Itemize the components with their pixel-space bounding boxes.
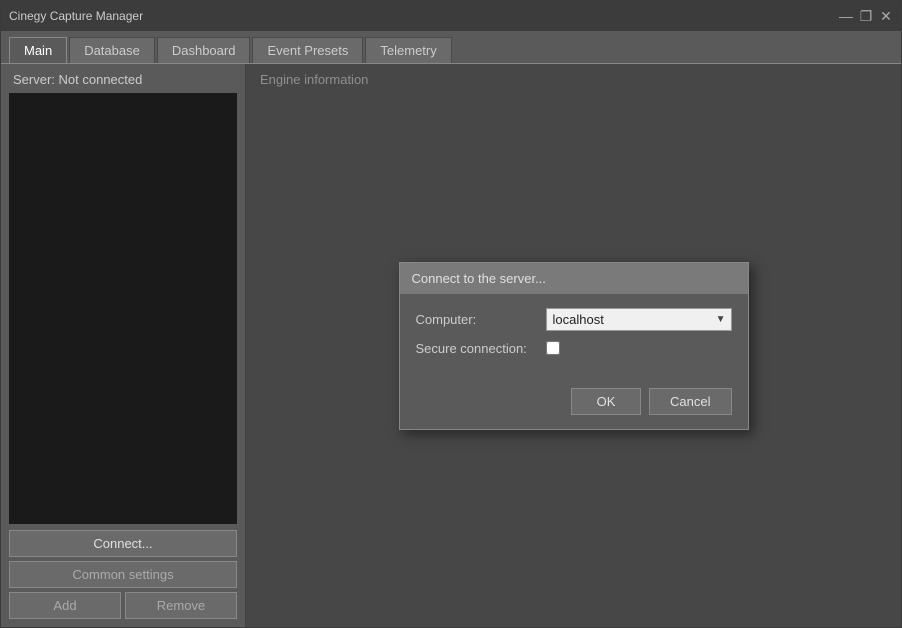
- modal-title-bar: Connect to the server...: [400, 263, 748, 294]
- tab-telemetry[interactable]: Telemetry: [365, 37, 451, 63]
- title-bar: Cinegy Capture Manager — ❐ ✕: [1, 1, 901, 31]
- modal-body: Computer: localhost 127.0.0.1 Secure con…: [400, 294, 748, 380]
- content-area: Server: Not connected Connect... Common …: [1, 63, 901, 627]
- common-settings-button[interactable]: Common settings: [9, 561, 237, 588]
- title-bar-controls: — ❐ ✕: [839, 9, 893, 23]
- left-panel: Server: Not connected Connect... Common …: [1, 64, 246, 627]
- computer-select-wrapper: localhost 127.0.0.1: [546, 308, 732, 331]
- computer-row: Computer: localhost 127.0.0.1: [416, 308, 732, 331]
- main-window: Cinegy Capture Manager — ❐ ✕ Main Databa…: [0, 0, 902, 628]
- restore-button[interactable]: ❐: [859, 9, 873, 23]
- server-list: [9, 93, 237, 524]
- server-status-label: Server: Not connected: [1, 64, 245, 93]
- add-remove-row: Add Remove: [9, 592, 237, 619]
- tab-event-presets[interactable]: Event Presets: [252, 37, 363, 63]
- secure-connection-label: Secure connection:: [416, 341, 546, 356]
- tab-bar: Main Database Dashboard Event Presets Te…: [1, 31, 901, 63]
- secure-connection-row: Secure connection:: [416, 341, 732, 356]
- left-button-group: Connect... Common settings Add Remove: [1, 524, 245, 627]
- tab-main[interactable]: Main: [9, 37, 67, 64]
- computer-select[interactable]: localhost 127.0.0.1: [546, 308, 732, 331]
- computer-label: Computer:: [416, 312, 546, 327]
- cancel-button[interactable]: Cancel: [649, 388, 731, 415]
- tab-database[interactable]: Database: [69, 37, 155, 63]
- tab-dashboard[interactable]: Dashboard: [157, 37, 251, 63]
- right-panel: Engine information Connect to the server…: [246, 64, 901, 627]
- connect-dialog: Connect to the server... Computer: local…: [399, 262, 749, 430]
- modal-overlay: Connect to the server... Computer: local…: [246, 64, 901, 627]
- modal-title: Connect to the server...: [412, 271, 546, 286]
- window-title: Cinegy Capture Manager: [9, 9, 143, 23]
- add-button[interactable]: Add: [9, 592, 121, 619]
- close-button[interactable]: ✕: [879, 9, 893, 23]
- ok-button[interactable]: OK: [571, 388, 641, 415]
- remove-button[interactable]: Remove: [125, 592, 237, 619]
- secure-connection-checkbox[interactable]: [546, 341, 560, 355]
- modal-footer: OK Cancel: [400, 380, 748, 429]
- connect-button[interactable]: Connect...: [9, 530, 237, 557]
- minimize-button[interactable]: —: [839, 9, 853, 23]
